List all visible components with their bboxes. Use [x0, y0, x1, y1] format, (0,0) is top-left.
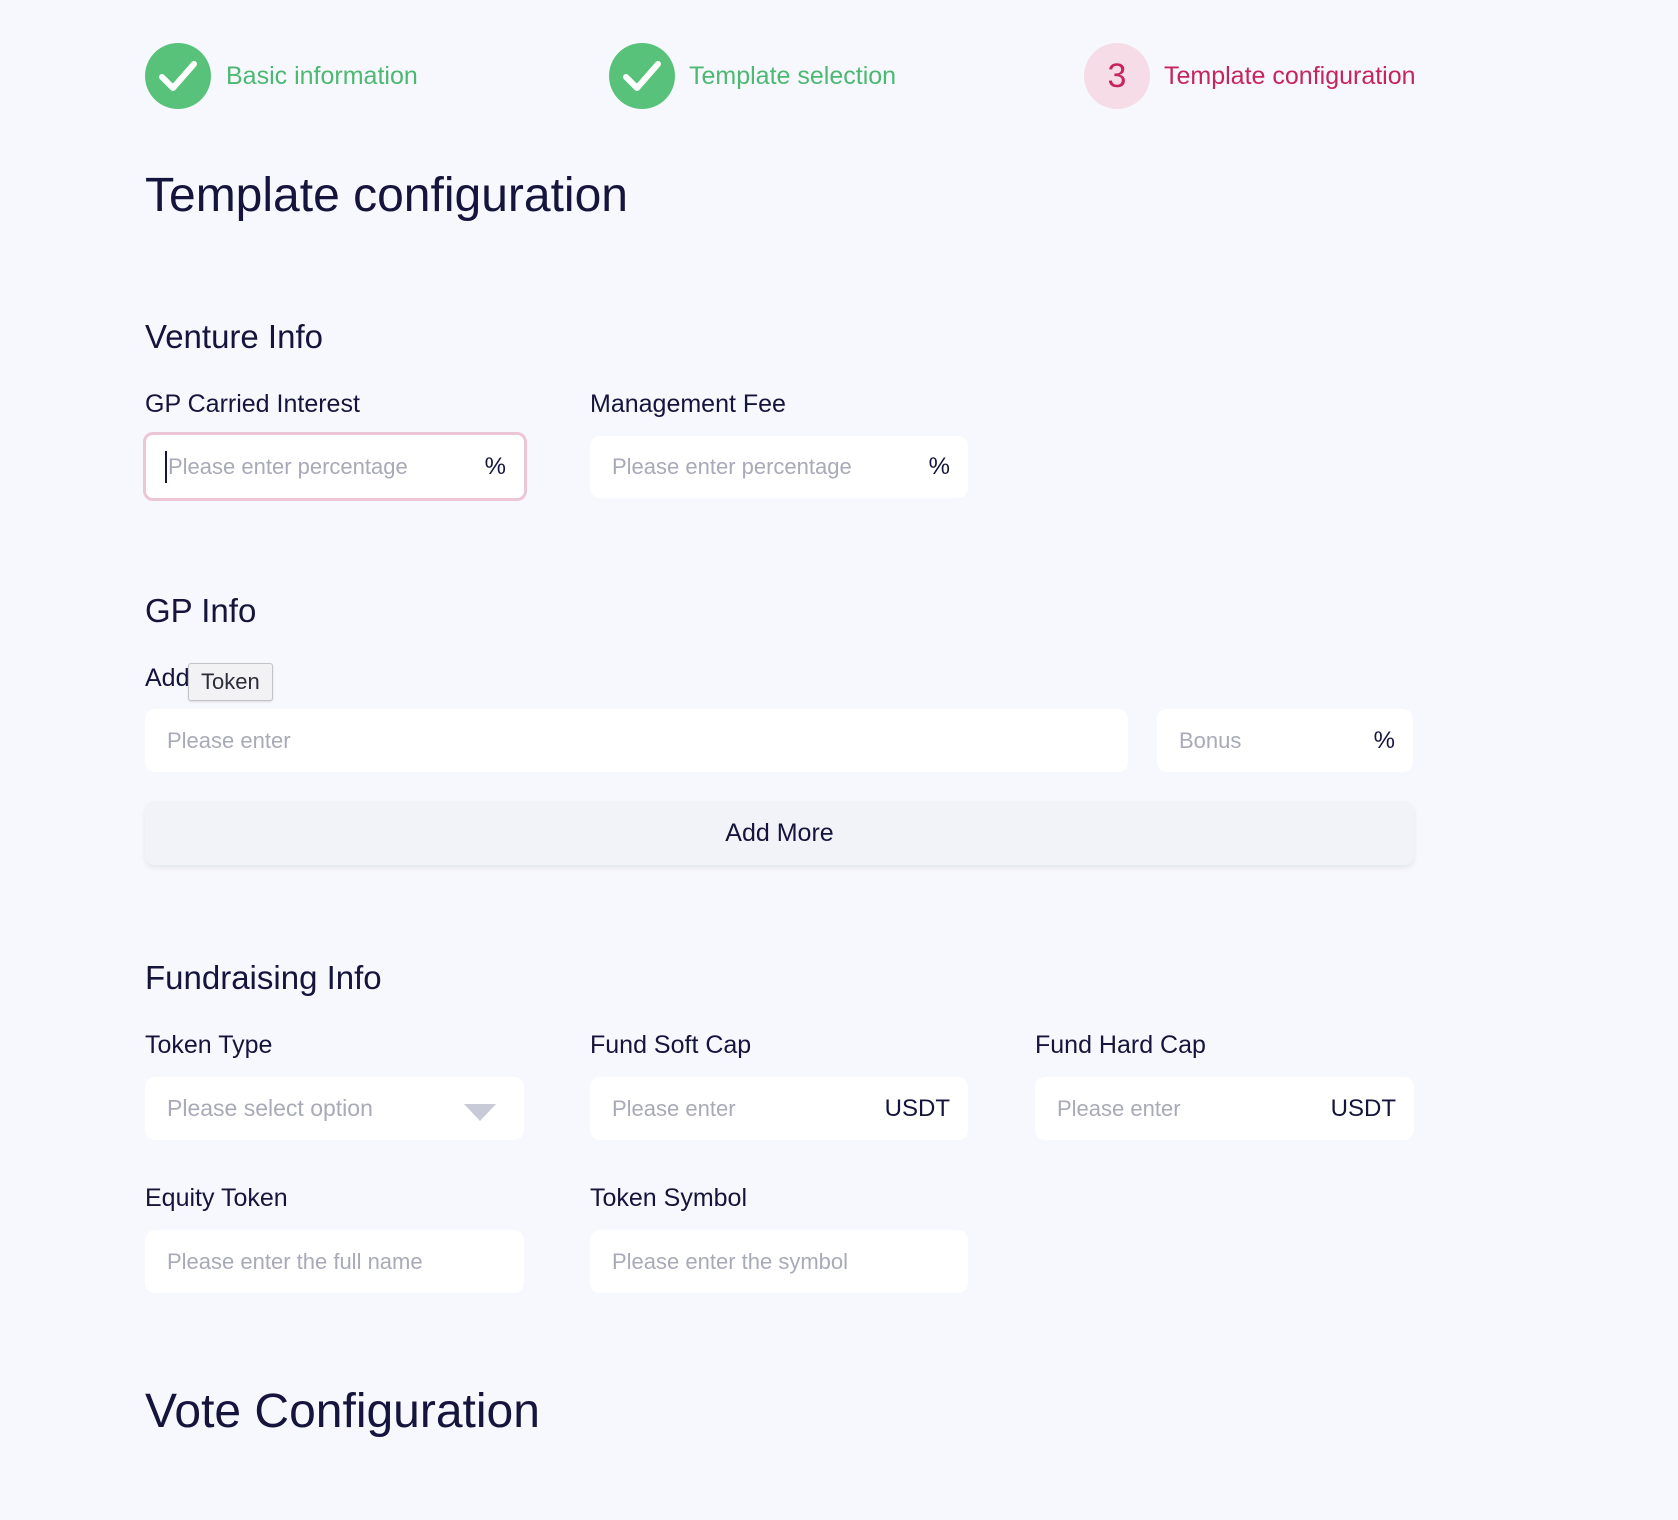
token-type-placeholder: Please select option: [167, 1095, 373, 1121]
token-symbol-input[interactable]: Please enter the symbol: [590, 1230, 968, 1293]
page-title: Template configuration: [145, 169, 628, 222]
fund-hard-cap-label: Fund Hard Cap: [1035, 1031, 1206, 1059]
step-3-label: Template configuration: [1164, 62, 1416, 90]
step-3-number-circle: 3: [1084, 43, 1150, 109]
add-more-button[interactable]: Add More: [145, 801, 1414, 865]
step-1-done-circle: [145, 43, 211, 109]
percent-suffix: %: [928, 453, 950, 480]
step-2-done-circle: [609, 43, 675, 109]
management-fee-input[interactable]: Please enter percentage %: [590, 436, 968, 498]
vote-configuration-heading: Vote Configuration: [145, 1385, 540, 1438]
token-type-select[interactable]: Please select option: [145, 1077, 524, 1140]
add-token-label: Add: [145, 664, 190, 692]
venture-info-heading: Venture Info: [145, 318, 323, 355]
percent-suffix: %: [1373, 726, 1395, 754]
step-2-label[interactable]: Template selection: [689, 43, 896, 109]
token-type-label: Token Type: [145, 1031, 273, 1059]
management-fee-placeholder: Please enter percentage: [612, 454, 852, 479]
check-icon: [159, 61, 197, 91]
fund-hard-cap-placeholder: Please enter: [1057, 1095, 1181, 1121]
text-caret: [165, 450, 167, 483]
token-symbol-placeholder: Please enter the symbol: [612, 1248, 849, 1274]
bonus-placeholder: Bonus: [1179, 727, 1242, 753]
gp-carried-interest-placeholder: Please enter percentage: [168, 453, 408, 479]
bonus-input[interactable]: Bonus %: [1157, 709, 1413, 772]
usdt-suffix: USDT: [884, 1094, 950, 1122]
gp-address-placeholder: Please enter: [167, 727, 291, 753]
equity-token-input[interactable]: Please enter the full name: [145, 1230, 524, 1293]
gp-info-heading: GP Info: [145, 592, 257, 629]
management-fee-label: Management Fee: [590, 390, 786, 418]
fund-soft-cap-input[interactable]: Please enter USDT: [590, 1077, 968, 1140]
equity-token-label: Equity Token: [145, 1184, 288, 1212]
gp-address-input[interactable]: Please enter: [145, 709, 1128, 772]
gp-carried-interest-input[interactable]: Please enter percentage %: [143, 432, 527, 501]
fund-hard-cap-input[interactable]: Please enter USDT: [1035, 1077, 1414, 1140]
token-symbol-label: Token Symbol: [590, 1184, 748, 1212]
chevron-down-icon: [464, 1104, 496, 1121]
fund-soft-cap-placeholder: Please enter: [612, 1095, 736, 1121]
fundraising-info-heading: Fundraising Info: [145, 959, 382, 996]
equity-token-placeholder: Please enter the full name: [167, 1248, 423, 1274]
fund-soft-cap-label: Fund Soft Cap: [590, 1031, 752, 1059]
check-icon: [623, 61, 661, 91]
usdt-suffix: USDT: [1330, 1094, 1396, 1122]
token-tooltip: Token: [188, 663, 273, 701]
percent-suffix: %: [484, 452, 506, 480]
gp-carried-interest-label: GP Carried Interest: [145, 390, 360, 418]
step-1-label[interactable]: Basic information: [226, 43, 418, 109]
